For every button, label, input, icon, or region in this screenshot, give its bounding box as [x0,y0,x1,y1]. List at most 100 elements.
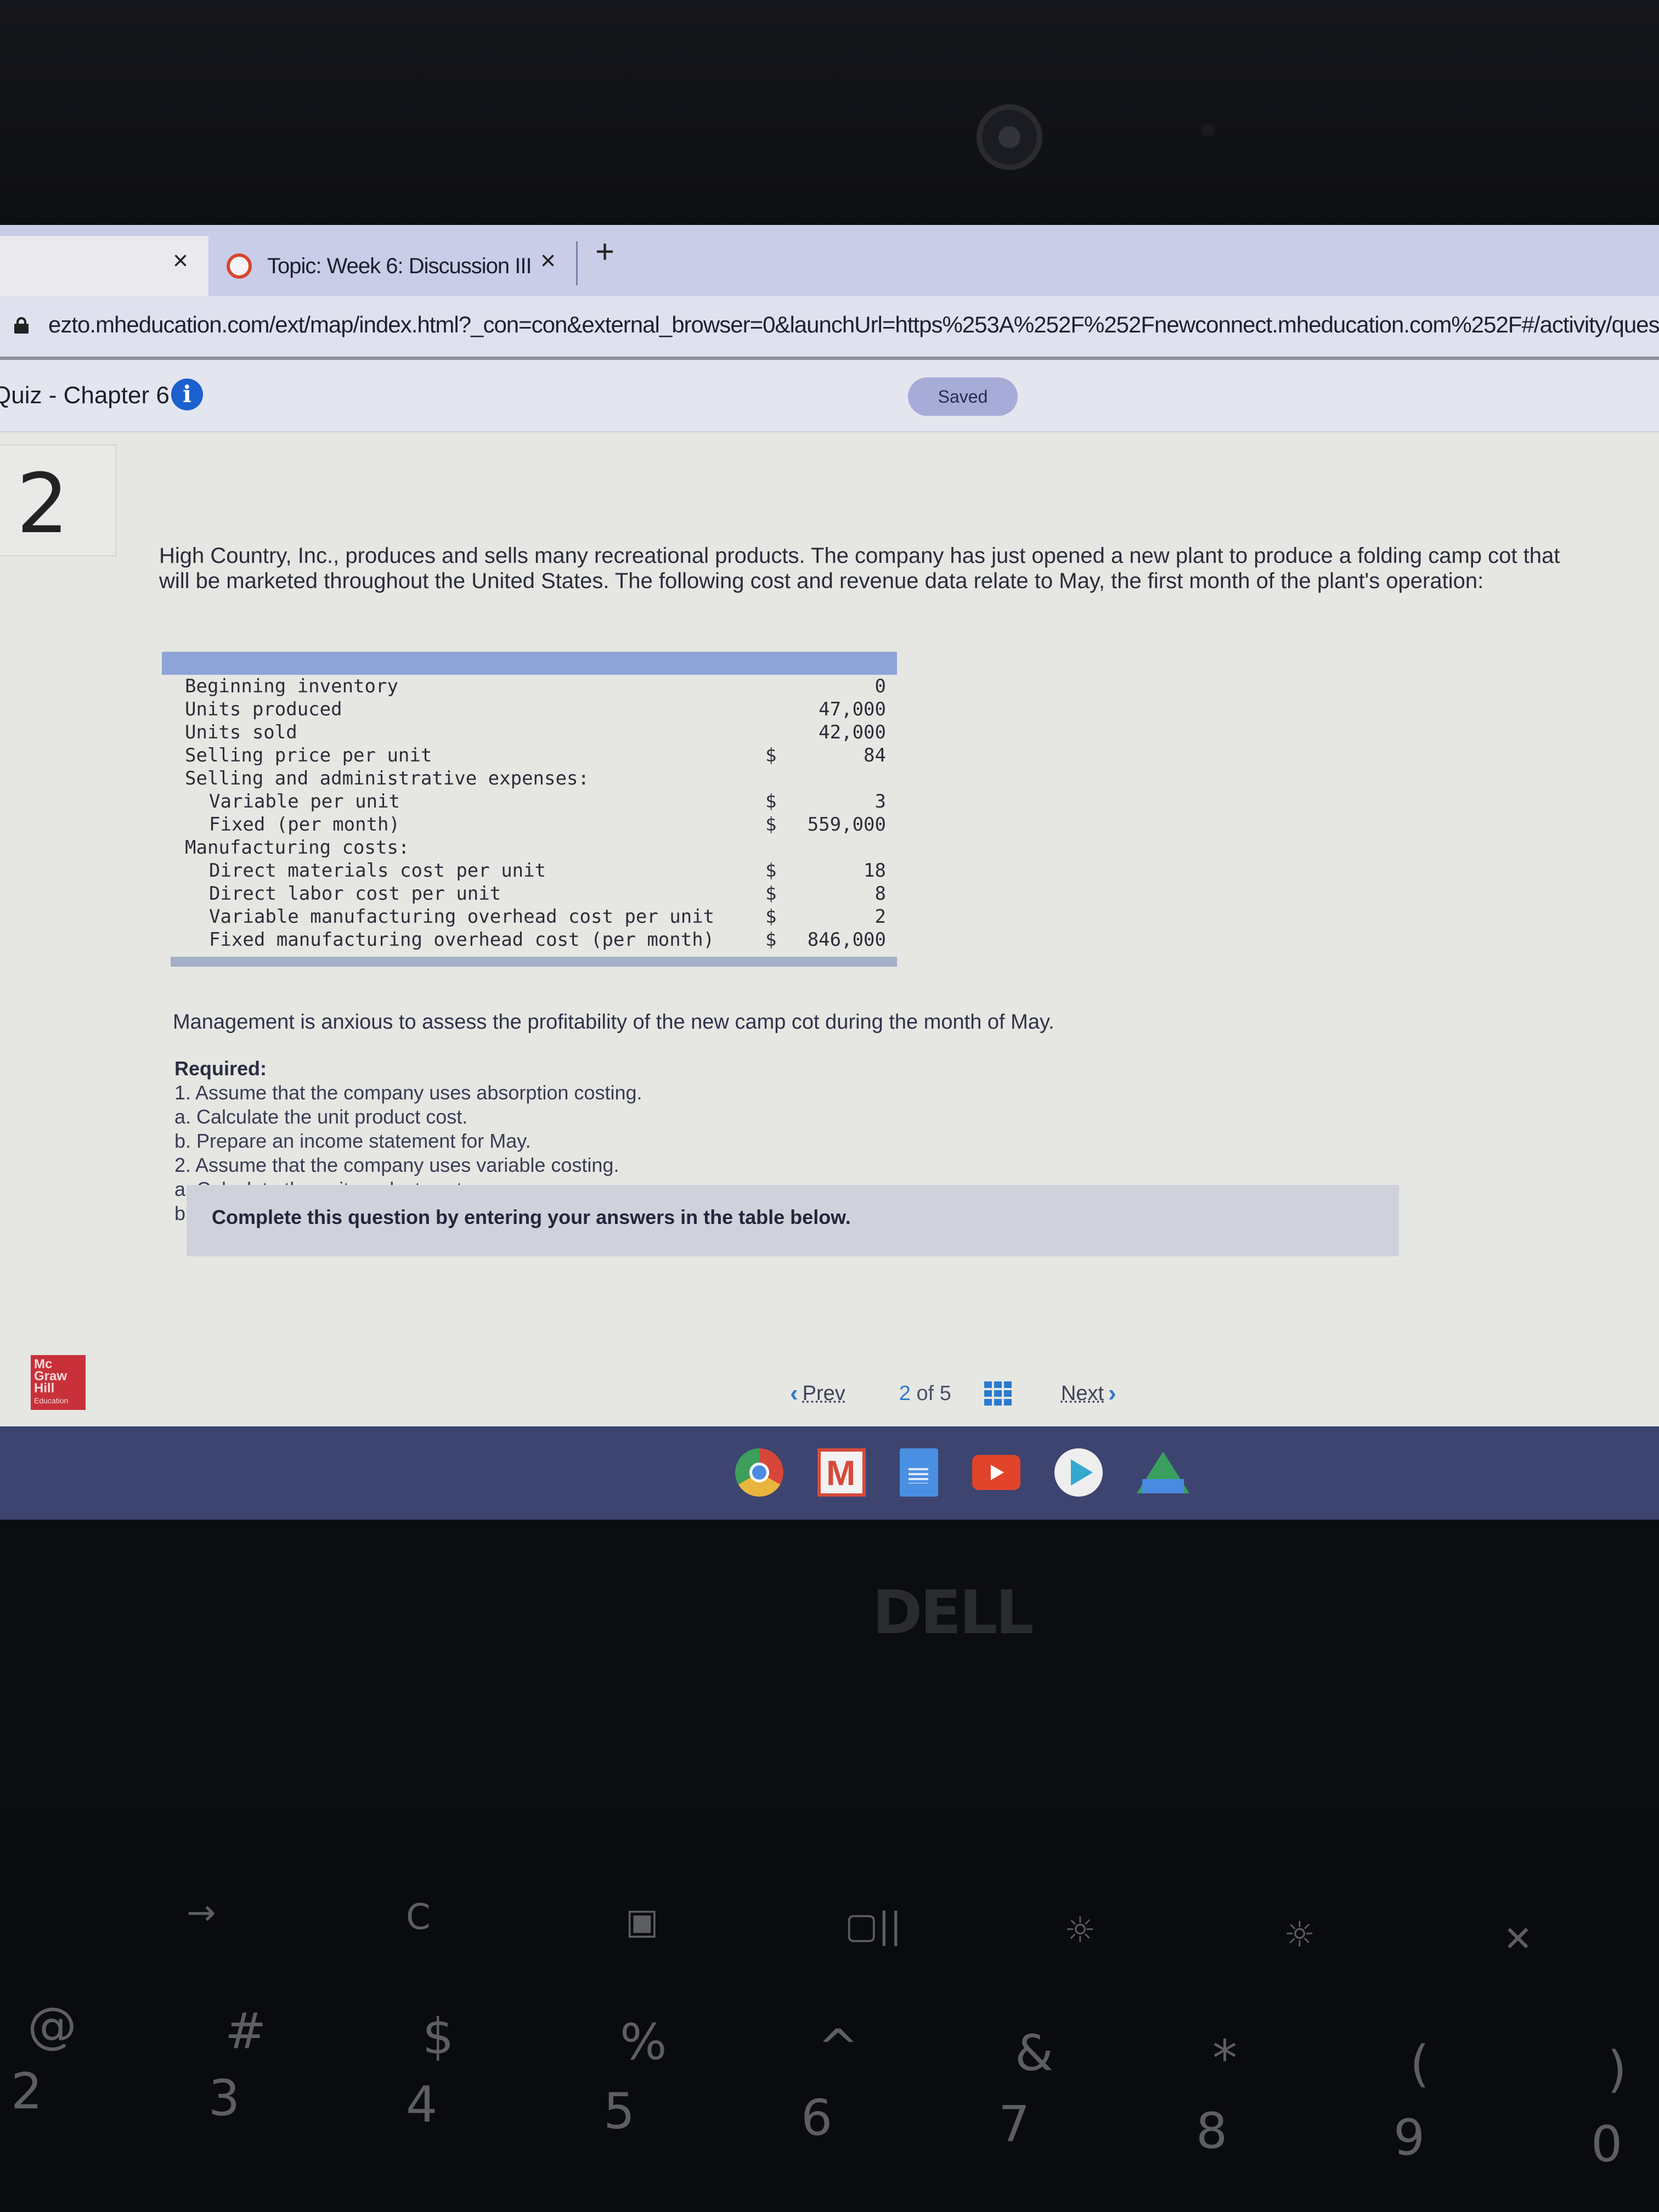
screen: × Topic: Week 6: Discussion III × + ezto… [0,225,1659,1520]
new-tab-button[interactable]: + [595,233,614,270]
row-currency: $ [765,883,777,905]
mcgraw-hill-logo: Mc Graw Hill Education [31,1355,86,1410]
row-value: 8 [874,883,886,905]
table-row: Selling and administrative expenses: [162,767,897,790]
table-row: Fixed manufacturing overhead cost (per m… [162,928,897,951]
symbol-key-label[interactable]: ) [1607,2041,1627,2098]
total-pages: 5 [939,1381,951,1405]
required-item: a. Calculate the unit product cost. [174,1105,468,1128]
row-value: 18 [864,860,886,882]
required-item: b. Prepare an income statement for May. [174,1130,531,1152]
symbol-key-label[interactable]: % [620,2013,667,2071]
play-store-icon[interactable] [1054,1448,1103,1497]
row-label: Selling and administrative expenses: [185,768,589,789]
question-number: 2 [16,456,69,552]
row-currency: $ [765,744,777,766]
number-key-label[interactable]: 3 [208,2069,240,2127]
row-value: 47,000 [819,698,886,720]
next-button[interactable]: Next [1061,1382,1104,1406]
row-label: Selling price per unit [185,744,432,766]
number-key-label[interactable]: 6 [801,2089,832,2147]
cost-data-table: Beginning inventory 0 Units produced 47,000… [162,652,897,967]
tab-active[interactable]: Topic: Week 6: Discussion III × [211,236,584,296]
logo-text: Education [34,1396,69,1405]
tab-separator [576,241,578,285]
management-statement: Management is anxious to assess the prof… [173,1011,1054,1034]
symbol-key-label[interactable]: ^ [817,2019,859,2076]
row-currency: $ [765,860,777,882]
function-key[interactable]: C [406,1897,431,1938]
function-key[interactable]: ☼ [1064,1910,1096,1951]
instruction-text: Complete this question by entering your … [212,1206,851,1228]
current-page: 2 [899,1381,911,1405]
number-key-label[interactable]: 8 [1196,2102,1227,2160]
dell-logo: DELL [872,1577,1034,1647]
chevron-right-icon[interactable]: › [1108,1380,1116,1407]
tab-favicon-icon [227,253,252,279]
required-item: 1. Assume that the company uses absorpti… [174,1081,642,1104]
required-item: 2. Assume that the company uses variable… [174,1154,619,1176]
prev-button[interactable]: Prev [803,1382,845,1406]
row-currency: $ [765,929,777,951]
row-label: Variable per unit [209,791,400,812]
table-row: Variable per unit $3 [162,790,897,813]
question-content: 2 High Country, Inc., produces and sells… [0,433,1659,1465]
row-currency: $ [765,814,777,836]
chevron-left-icon[interactable]: ‹ [790,1380,798,1407]
info-icon[interactable]: i [171,379,203,410]
os-shelf [0,1426,1659,1520]
symbol-key-label[interactable]: & [1015,2024,1053,2082]
row-value: 42,000 [819,721,886,743]
chrome-icon[interactable] [735,1448,783,1497]
table-row: Units sold 42,000 [162,721,897,744]
row-value: 0 [874,675,886,697]
sensor-dot [1201,123,1215,137]
gmail-icon[interactable] [817,1448,866,1497]
function-key[interactable]: ✕ [1503,1919,1533,1960]
of-label: of [916,1381,934,1405]
number-key-label[interactable]: 7 [998,2096,1030,2153]
row-label: Variable manufacturing overhead cost per… [209,906,715,928]
tab-close-icon[interactable]: × [173,246,188,276]
number-key-label[interactable]: 9 [1393,2109,1425,2166]
table-row: Units produced 47,000 [162,698,897,721]
function-key[interactable]: ▣ [625,1901,658,1942]
row-currency: $ [765,906,777,928]
tab-close-icon[interactable]: × [540,246,556,276]
symbol-key-label[interactable]: ( [1410,2035,1429,2093]
docs-icon[interactable] [900,1448,938,1497]
symbol-key-label[interactable]: # [225,2002,266,2060]
row-value: 84 [864,744,886,766]
row-label: Beginning inventory [185,675,398,697]
address-bar[interactable]: ezto.mheducation.com/ext/map/index.html?… [0,296,1659,360]
row-value: 846,000 [807,929,886,951]
drive-icon[interactable] [1137,1448,1189,1497]
function-key[interactable]: ☼ [1284,1915,1315,1955]
number-key-label[interactable]: 0 [1591,2115,1622,2173]
pagination: ‹ Prev 2 of 5 Next › [790,1377,1116,1410]
saved-status-badge: Saved [908,377,1018,416]
number-key-label[interactable]: 2 [11,2063,42,2120]
symbol-key-label[interactable]: * [1212,2030,1237,2087]
url-text[interactable]: ezto.mheducation.com/ext/map/index.html?… [48,312,1659,338]
question-grid-icon[interactable] [984,1381,1012,1406]
table-row: Selling price per unit $84 [162,744,897,767]
tab-previous[interactable]: × [0,236,208,296]
row-value: 559,000 [807,814,886,836]
function-key[interactable]: → [187,1893,216,1933]
row-label: Direct labor cost per unit [209,883,501,905]
number-key-label[interactable]: 4 [406,2076,437,2134]
function-key[interactable]: ▢|| [845,1906,902,1946]
row-label: Fixed (per month) [209,814,400,836]
question-number-box: 2 [0,444,116,556]
symbol-key-label[interactable]: @ [27,1997,77,2055]
symbol-key-label[interactable]: $ [422,2008,454,2066]
row-label: Manufacturing costs: [185,837,410,859]
table-row: Manufacturing costs: [162,836,897,859]
number-key-label[interactable]: 5 [603,2083,635,2140]
table-row: Variable manufacturing overhead cost per… [162,905,897,928]
logo-text: Hill [34,1381,55,1396]
row-label: Fixed manufacturing overhead cost (per m… [209,929,715,951]
table-footer-bar [171,957,897,967]
youtube-icon[interactable] [972,1455,1020,1490]
